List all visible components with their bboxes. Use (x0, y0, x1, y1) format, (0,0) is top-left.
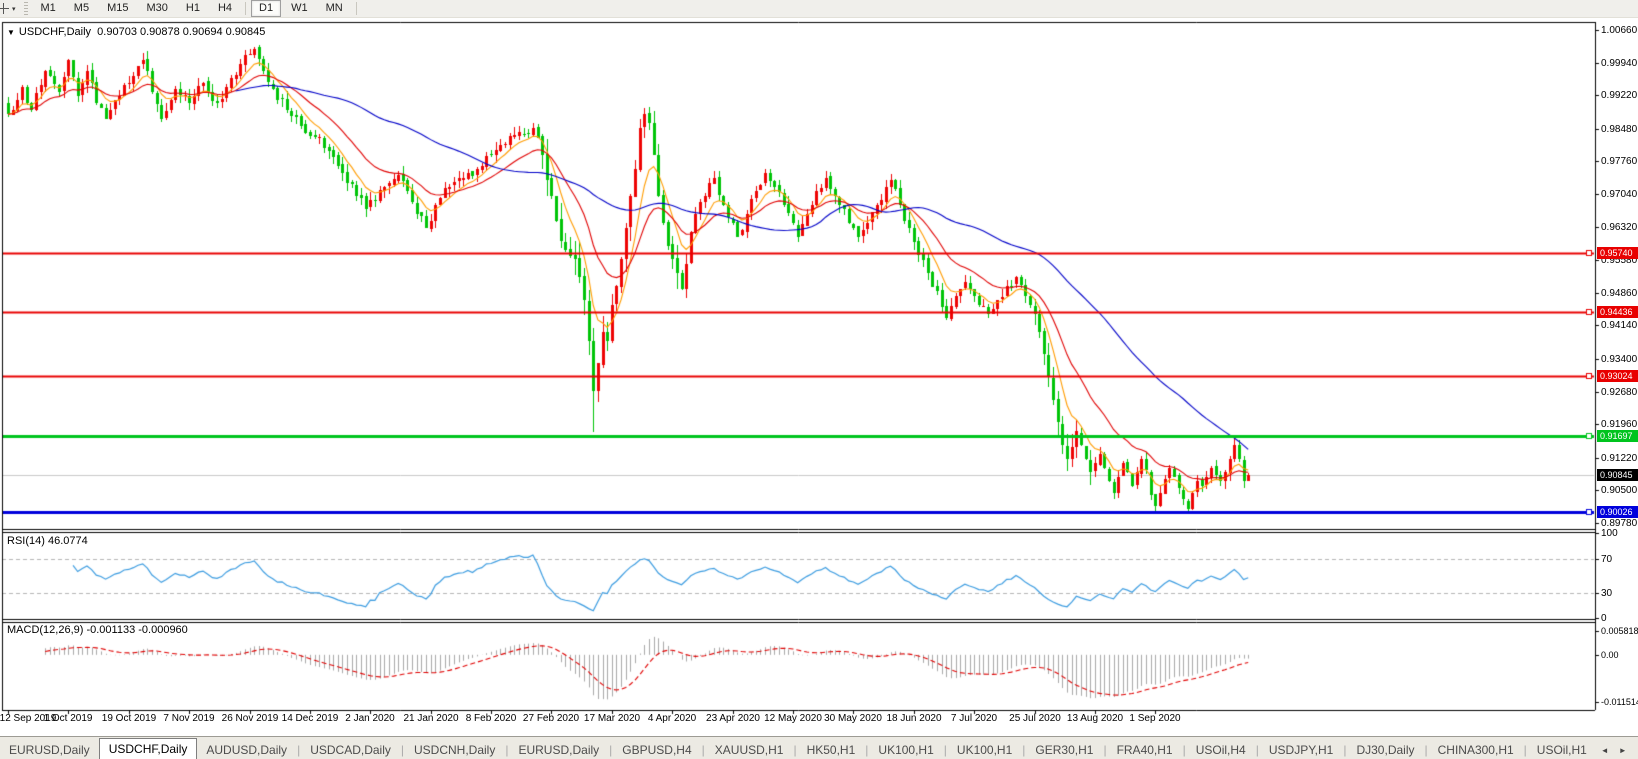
tab-separator: | (1256, 741, 1259, 759)
tab-separator: | (702, 741, 705, 759)
price-axis-label: 1.00660 (1601, 25, 1637, 36)
date-axis-label: 8 Feb 2020 (466, 713, 517, 724)
chart-tab-uk100-h1[interactable]: UK100,H1 (869, 741, 942, 759)
macd-axis-label: 0.00 (1601, 650, 1619, 661)
price-axis-label: 0.92680 (1601, 387, 1637, 398)
date-axis-label: 21 Jan 2020 (403, 713, 458, 724)
price-axis-label: 0.99940 (1601, 58, 1637, 69)
symbol-period-label: USDCHF,Daily (19, 26, 91, 38)
chart-tab-bar: EURUSD,DailyUSDCHF,DailyAUDUSD,Daily|USD… (0, 736, 1638, 759)
tab-separator: | (1343, 741, 1346, 759)
price-axis-label: 0.97760 (1601, 156, 1637, 167)
ohlc-values: 0.90703 0.90878 0.90694 0.90845 (97, 26, 265, 38)
date-axis-label: 7 Jul 2020 (951, 713, 997, 724)
price-axis-label: 0.91220 (1601, 453, 1637, 464)
chart-tab-dj30-daily[interactable]: DJ30,Daily (1347, 741, 1423, 759)
date-axis-label: 18 Jun 2020 (886, 713, 941, 724)
chart-tab-hk50-h1[interactable]: HK50,H1 (798, 741, 865, 759)
tab-separator: | (505, 741, 508, 759)
date-axis-label: 17 Mar 2020 (584, 713, 640, 724)
price-axis-label: 0.94140 (1601, 320, 1637, 331)
price-tag-0.95740: 0.95740 (1597, 247, 1638, 259)
chart-tab-audusd-daily[interactable]: AUDUSD,Daily (197, 741, 296, 759)
tab-separator: | (1103, 741, 1106, 759)
price-axis-label: 0.96320 (1601, 222, 1637, 233)
price-tag-0.90845: 0.90845 (1597, 469, 1638, 481)
date-axis-label: 19 Oct 2019 (102, 713, 156, 724)
price-axis-label: 0.97040 (1601, 189, 1637, 200)
price-axis-label: 0.98480 (1601, 124, 1637, 135)
tab-separator: | (1022, 741, 1025, 759)
chart-canvas[interactable] (0, 0, 1638, 736)
chart-tab-eurusd-daily[interactable]: EURUSD,Daily (509, 741, 608, 759)
date-axis-label: 27 Feb 2020 (523, 713, 579, 724)
chart-tab-usdjpy-h1[interactable]: USDJPY,H1 (1260, 741, 1342, 759)
macd-indicator-label: MACD(12,26,9) -0.001133 -0.000960 (7, 624, 188, 636)
date-axis-label: 13 Aug 2020 (1067, 713, 1123, 724)
chart-tab-uk100-h1[interactable]: UK100,H1 (948, 741, 1021, 759)
chart-tab-usdcnh-daily[interactable]: USDCNH,Daily (405, 741, 504, 759)
tab-separator: | (865, 741, 868, 759)
date-axis-label: 26 Nov 2019 (222, 713, 279, 724)
date-axis-label: 1 Sep 2020 (1129, 713, 1180, 724)
chart-tab-fra40-h1[interactable]: FRA40,H1 (1108, 741, 1182, 759)
chart-tab-china300-h1[interactable]: CHINA300,H1 (1429, 741, 1523, 759)
price-axis-label: 0.90500 (1601, 485, 1637, 496)
date-axis-label: 4 Apr 2020 (648, 713, 696, 724)
date-axis-label: 30 May 2020 (824, 713, 882, 724)
tab-separator: | (401, 741, 404, 759)
date-axis-label: 7 Nov 2019 (163, 713, 214, 724)
chart-tab-eurusd-daily[interactable]: EURUSD,Daily (0, 741, 99, 759)
chart-tab-ger30-h1[interactable]: GER30,H1 (1026, 741, 1102, 759)
tab-scroll-right-icon[interactable]: ► (1614, 741, 1632, 759)
date-axis-label: 23 Apr 2020 (706, 713, 760, 724)
chart-tab-usdchf-daily[interactable]: USDCHF,Daily (99, 738, 198, 759)
tab-separator: | (793, 741, 796, 759)
price-axis-label: 0.99220 (1601, 90, 1637, 101)
chart-tab-usdcad-daily[interactable]: USDCAD,Daily (301, 741, 400, 759)
macd-axis-label: 0.005818 (1601, 626, 1638, 637)
tab-separator: | (1425, 741, 1428, 759)
price-tag-0.90026: 0.90026 (1597, 506, 1638, 518)
tab-separator: | (944, 741, 947, 759)
tab-scroll-left-icon[interactable]: ◄ (1596, 741, 1614, 759)
price-tag-0.93024: 0.93024 (1597, 370, 1638, 382)
tab-separator: | (1524, 741, 1527, 759)
macd-axis-label: -0.011514 (1601, 697, 1638, 708)
price-axis-label: 0.91960 (1601, 419, 1637, 430)
tab-separator: | (297, 741, 300, 759)
date-axis-label: 12 May 2020 (764, 713, 822, 724)
rsi-axis-label: 30 (1601, 588, 1612, 599)
date-axis-label: 25 Jul 2020 (1009, 713, 1061, 724)
price-axis-label: 0.94860 (1601, 288, 1637, 299)
rsi-axis-label: 0 (1601, 613, 1607, 624)
chart-tab-xauusd-h1[interactable]: XAUUSD,H1 (706, 741, 793, 759)
tab-separator: | (1183, 741, 1186, 759)
price-axis-label: 0.93400 (1601, 354, 1637, 365)
chart-title: ▼ USDCHF,Daily 0.90703 0.90878 0.90694 0.… (7, 26, 265, 38)
collapse-triangle-icon[interactable]: ▼ (7, 28, 15, 37)
mt4-window: ▾ M1M5M15M30H1H4D1W1MN ▼USDCHF,Daily 0.9… (0, 0, 1638, 759)
date-axis-label: 14 Dec 2019 (282, 713, 339, 724)
rsi-axis-label: 70 (1601, 554, 1612, 565)
price-tag-0.94436: 0.94436 (1597, 306, 1638, 318)
rsi-indicator-label: RSI(14) 46.0774 (7, 535, 88, 547)
rsi-axis-label: 100 (1601, 528, 1618, 539)
price-tag-0.91697: 0.91697 (1597, 430, 1638, 442)
date-axis-label: 2 Jan 2020 (345, 713, 395, 724)
tab-separator: | (609, 741, 612, 759)
chart-tab-gbpusd-h4[interactable]: GBPUSD,H4 (613, 741, 700, 759)
chart-tab-usoil-h4[interactable]: USOil,H4 (1187, 741, 1255, 759)
chart-tab-usoil-h1[interactable]: USOil,H1 (1528, 741, 1596, 759)
chart-area: ▼ USDCHF,Daily 0.90703 0.90878 0.90694 0.… (0, 0, 1638, 736)
date-axis-label: 1 Oct 2019 (44, 713, 93, 724)
